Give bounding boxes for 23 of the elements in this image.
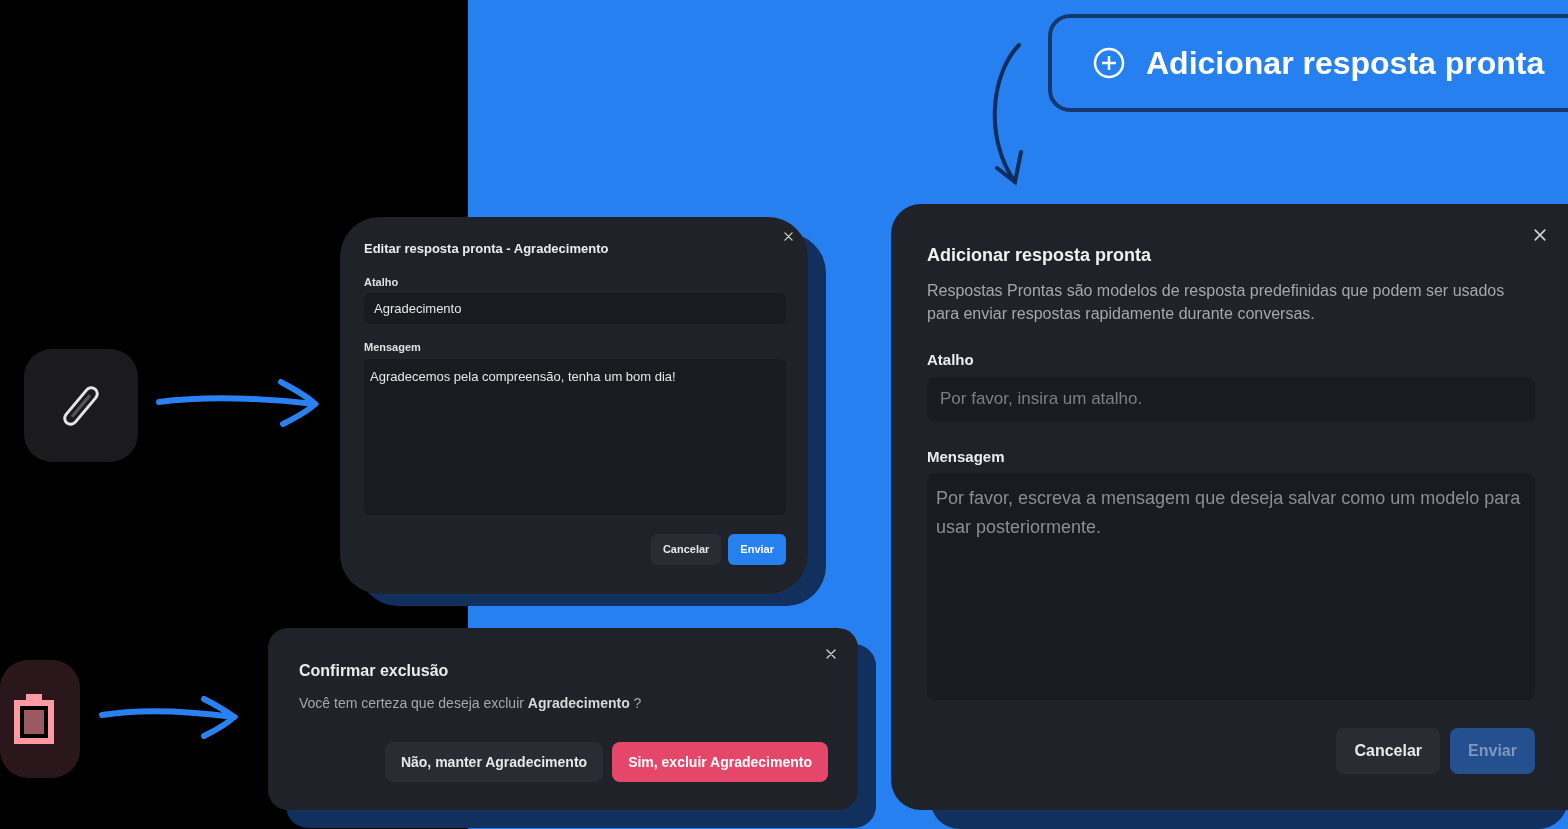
field-label: Atalho [927, 350, 975, 370]
close-icon[interactable] [1534, 229, 1546, 241]
cancel-button[interactable]: Cancelar [1336, 728, 1441, 774]
dialog-description: Respostas Prontas são modelos de resposta predefinidas que podem ser usados para enviar respostas rapidamente durante conversas. [927, 281, 1506, 324]
submit-button[interactable]: Enviar [728, 533, 786, 565]
cancel-button[interactable]: Cancelar [650, 533, 722, 565]
plus-circle-icon [1092, 46, 1126, 80]
dialog-title: Confirmar exclusão [299, 661, 450, 681]
shortcut-field[interactable]: Agradecimento [364, 293, 786, 324]
confirm-message: Você tem certeza que deseja excluir Agradecimento ? [299, 694, 643, 713]
dialog-title: Editar resposta pronta - Agradecimento [364, 240, 610, 258]
message-field[interactable]: Agradecemos pela compreensão, tenha um bom dia! [364, 358, 786, 515]
dialog-title: Adicionar resposta pronta [927, 244, 1153, 267]
field-label: Atalho [364, 274, 400, 290]
add-response-button[interactable]: Adicionar resposta pronta [1048, 14, 1568, 112]
delete-button[interactable]: Sim, excluir Agradecimento [612, 742, 828, 782]
field-label: Mensagem [364, 340, 422, 355]
field-label: Mensagem [927, 446, 1006, 467]
message-field[interactable]: Por favor, escreva a mensagem que deseja salvar como um modelo para usar posteriormente. [927, 473, 1535, 700]
close-icon[interactable] [784, 232, 793, 241]
shortcut-field[interactable]: Por favor, insira um atalho. [927, 376, 1535, 422]
close-icon[interactable] [826, 649, 836, 659]
cancel-button[interactable]: Não, manter Agradecimento [384, 742, 604, 782]
